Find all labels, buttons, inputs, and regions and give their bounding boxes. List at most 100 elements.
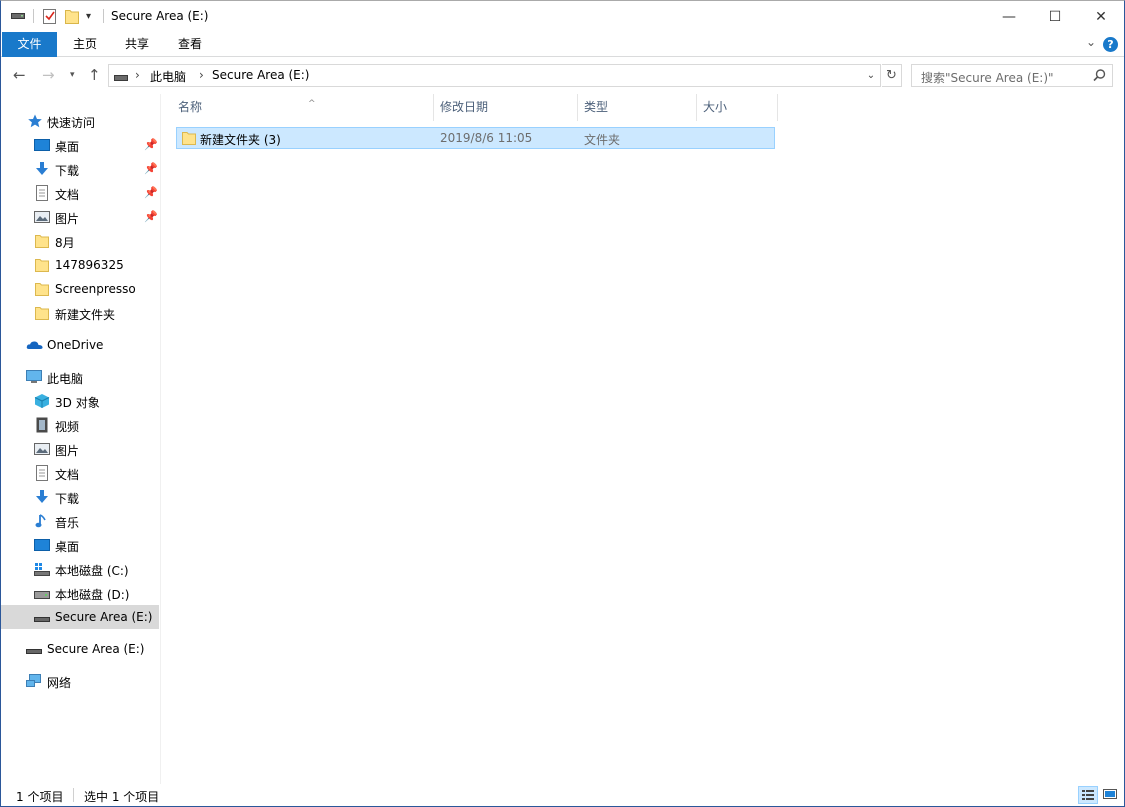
nav-label: 桌面: [55, 140, 80, 154]
nav-label: Secure Area (E:): [47, 642, 145, 656]
nav-label: Secure Area (E:): [55, 610, 153, 624]
tab-view[interactable]: 查看: [168, 32, 212, 57]
nav-quick-folder-screenpresso[interactable]: Screenpresso: [1, 277, 159, 301]
forward-arrow-icon[interactable]: →: [42, 66, 55, 84]
navigation-pane: 快速访问 桌面 📌 下载 📌 文档 📌 图片 📌 8月 147896325 Sc…: [1, 94, 161, 784]
nav-label: 新建文件夹: [55, 308, 116, 322]
refresh-button[interactable]: ↻: [882, 64, 902, 87]
pin-icon[interactable]: 📌: [144, 162, 158, 175]
nav-pc-pictures[interactable]: 图片: [1, 437, 159, 461]
document-icon: [34, 185, 50, 201]
nav-label: 桌面: [55, 540, 80, 554]
item-count: 1 个项目: [16, 790, 64, 804]
nav-label: 本地磁盘 (D:): [55, 588, 130, 602]
search-box[interactable]: 搜索"Secure Area (E:)": [911, 64, 1113, 87]
tab-file[interactable]: 文件: [2, 32, 57, 57]
nav-pc-videos[interactable]: 视频: [1, 413, 159, 437]
search-placeholder: 搜索"Secure Area (E:)": [921, 71, 1054, 85]
help-icon[interactable]: ?: [1103, 37, 1118, 52]
cloud-icon: [26, 337, 43, 353]
folder-icon: [34, 281, 50, 297]
nav-onedrive[interactable]: OneDrive: [1, 333, 159, 357]
nav-label: 快速访问: [47, 116, 96, 130]
nav-label: 文档: [55, 188, 80, 202]
details-view-icon: [1082, 790, 1094, 800]
nav-pc-downloads[interactable]: 下载: [1, 485, 159, 509]
customize-toolbar-icon[interactable]: ▾: [86, 7, 91, 25]
nav-label: 8月: [55, 236, 75, 250]
large-icons-view-button[interactable]: [1101, 786, 1121, 804]
download-icon: [34, 489, 50, 505]
details-view-button[interactable]: [1078, 786, 1098, 804]
pin-icon[interactable]: 📌: [144, 210, 158, 223]
nav-label: 文档: [55, 468, 80, 482]
column-header-size[interactable]: 大小: [697, 94, 778, 121]
expand-ribbon-icon[interactable]: ⌄: [1086, 35, 1096, 49]
nav-quick-pictures[interactable]: 图片 📌: [1, 205, 159, 229]
ribbon-tabs: 文件 主页 共享 查看 ⌄ ?: [1, 32, 1124, 57]
minimize-button[interactable]: —: [986, 1, 1032, 32]
nav-drive-e[interactable]: Secure Area (E:): [1, 637, 159, 661]
pin-icon[interactable]: 📌: [144, 186, 158, 199]
status-bar: 1 个项目 选中 1 个项目: [1, 784, 1124, 806]
video-icon: [34, 417, 50, 433]
address-dropdown-icon[interactable]: ⌄: [862, 65, 879, 86]
star-icon: [27, 113, 43, 129]
recent-locations-icon[interactable]: ▾: [70, 70, 75, 80]
nav-pc-documents[interactable]: 文档: [1, 461, 159, 485]
column-header-date[interactable]: 修改日期: [434, 94, 578, 121]
column-header-name[interactable]: 名称 ^: [172, 94, 434, 121]
column-header-type[interactable]: 类型: [578, 94, 697, 121]
selected-count: 选中 1 个项目: [84, 790, 160, 804]
nav-network[interactable]: 网络: [1, 669, 159, 693]
window-title: Secure Area (E:): [111, 9, 209, 23]
nav-label: 下载: [55, 164, 80, 178]
nav-pc-3d-objects[interactable]: 3D 对象: [1, 389, 159, 413]
file-name: 新建文件夹 (3): [200, 133, 281, 147]
drive-icon: [26, 641, 42, 657]
breadcrumb-drive[interactable]: Secure Area (E:): [212, 68, 310, 82]
nav-label: 图片: [55, 212, 80, 226]
nav-quick-access[interactable]: 快速访问: [1, 109, 159, 133]
hard-drive-icon: [34, 585, 50, 601]
breadcrumb-separator: ›: [199, 68, 204, 82]
properties-icon[interactable]: [43, 7, 57, 25]
file-type: 文件夹: [584, 133, 621, 147]
up-arrow-icon[interactable]: ↑: [88, 66, 101, 84]
nav-quick-folder-147896325[interactable]: 147896325: [1, 253, 159, 277]
nav-pc-drive-d[interactable]: 本地磁盘 (D:): [1, 581, 159, 605]
nav-quick-downloads[interactable]: 下载 📌: [1, 157, 159, 181]
nav-quick-documents[interactable]: 文档 📌: [1, 181, 159, 205]
nav-quick-folder-new[interactable]: 新建文件夹: [1, 301, 159, 325]
nav-quick-folder-aug[interactable]: 8月: [1, 229, 159, 253]
cube-icon: [34, 393, 50, 409]
nav-this-pc[interactable]: 此电脑: [1, 365, 159, 389]
music-icon: [34, 513, 50, 529]
nav-label: 视频: [55, 420, 80, 434]
folder-icon: [34, 305, 50, 321]
nav-pc-drive-c[interactable]: 本地磁盘 (C:): [1, 557, 159, 581]
nav-pc-music[interactable]: 音乐: [1, 509, 159, 533]
nav-pc-drive-e[interactable]: Secure Area (E:): [1, 605, 159, 629]
drive-icon: [114, 71, 128, 85]
breadcrumb-separator: ›: [135, 68, 140, 82]
new-folder-icon[interactable]: [65, 7, 79, 25]
file-date: 2019/8/6 11:05: [440, 131, 533, 145]
address-row: ← → ▾ ↑ › 此电脑 › Secure Area (E:) ⌄ ↻ 搜索"…: [1, 58, 1124, 93]
folder-icon: [181, 130, 197, 149]
maximize-button[interactable]: ☐: [1032, 1, 1078, 32]
close-button[interactable]: ✕: [1078, 1, 1124, 32]
nav-quick-desktop[interactable]: 桌面 📌: [1, 133, 159, 157]
tab-home[interactable]: 主页: [63, 32, 107, 57]
address-bar[interactable]: › 此电脑 › Secure Area (E:) ⌄: [108, 64, 881, 87]
search-icon[interactable]: [1093, 69, 1106, 85]
pin-icon[interactable]: 📌: [144, 138, 158, 151]
nav-label: 音乐: [55, 516, 80, 530]
breadcrumb-this-pc[interactable]: 此电脑: [150, 68, 186, 85]
back-arrow-icon[interactable]: ←: [13, 66, 26, 84]
table-row[interactable]: 新建文件夹 (3) 2019/8/6 11:05 文件夹: [176, 127, 775, 149]
nav-pc-desktop[interactable]: 桌面: [1, 533, 159, 557]
tab-share[interactable]: 共享: [115, 32, 159, 57]
nav-label: OneDrive: [47, 338, 104, 352]
nav-label: 本地磁盘 (C:): [55, 564, 129, 578]
